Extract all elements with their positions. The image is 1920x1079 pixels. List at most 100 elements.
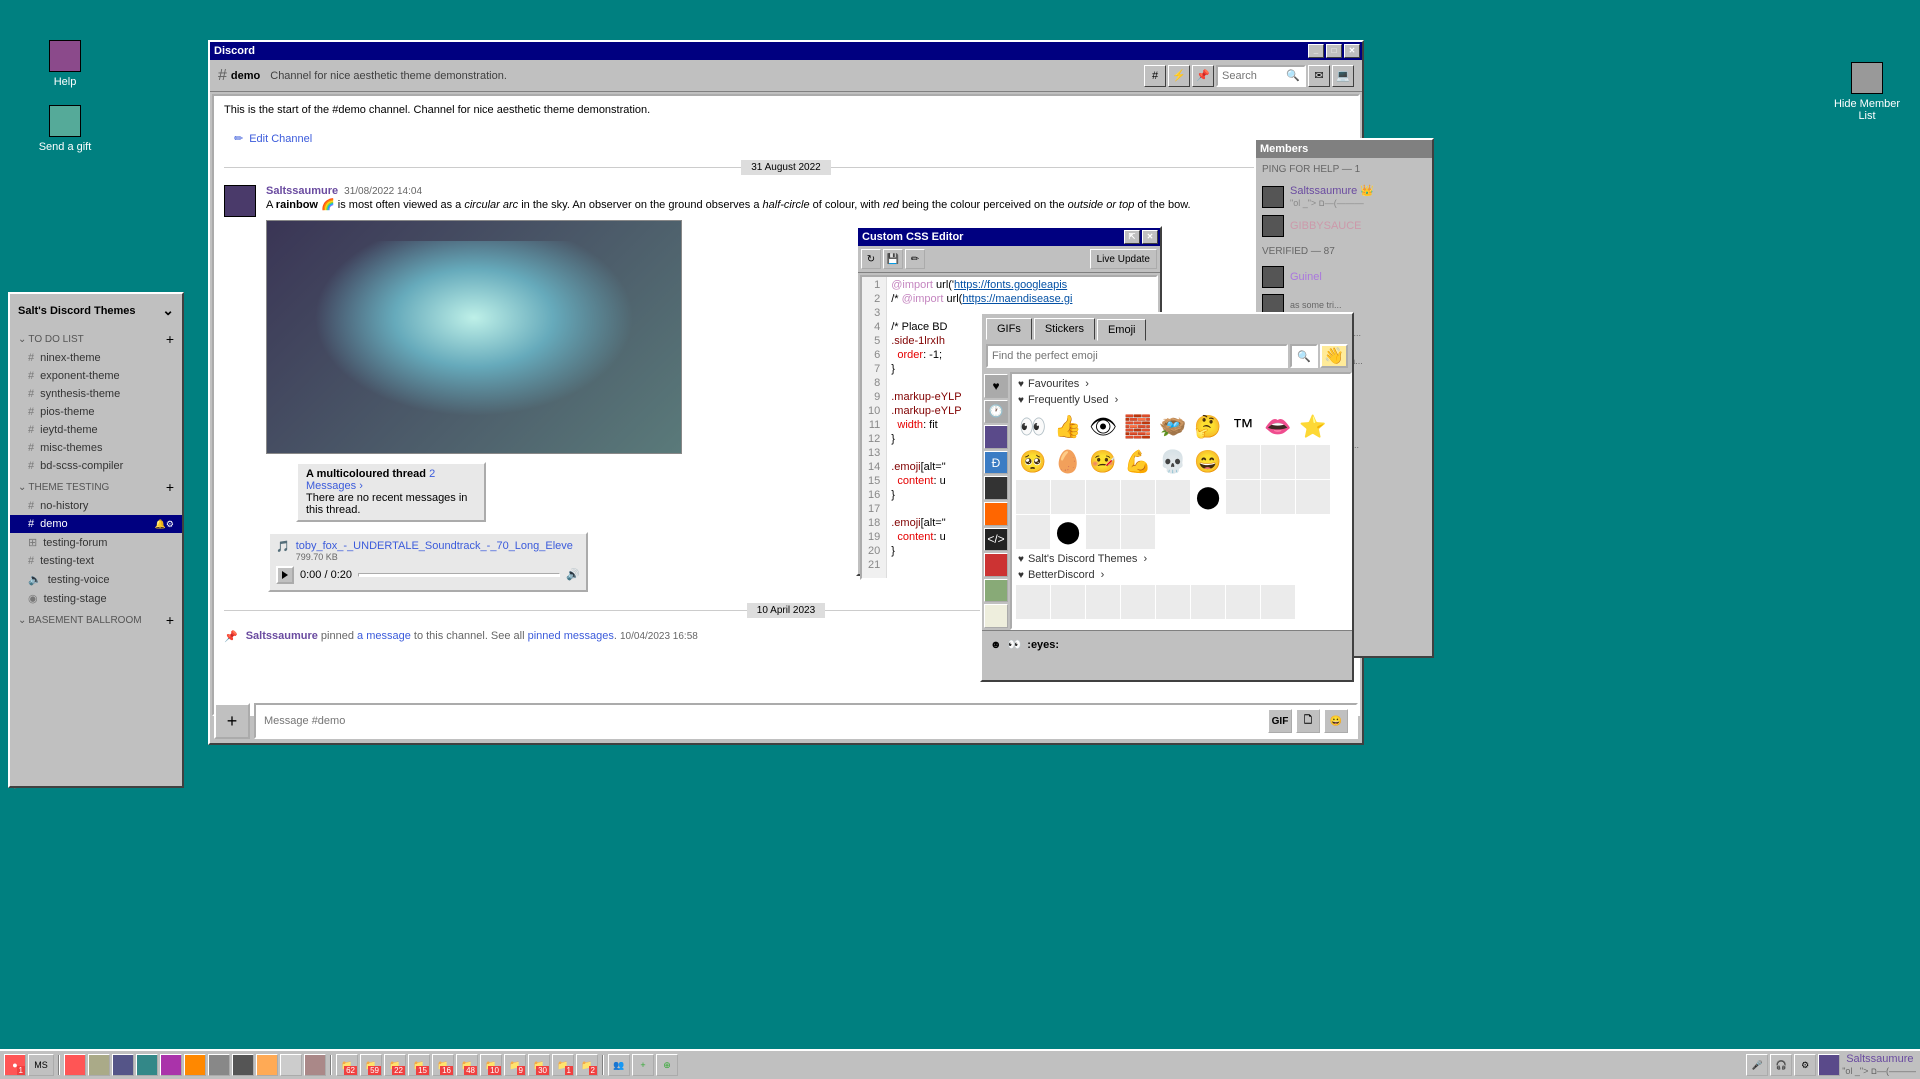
emoji-search-button[interactable]: 🔍 — [1290, 344, 1318, 368]
emoji-item[interactable] — [1226, 480, 1260, 514]
emoji-item[interactable] — [1296, 480, 1330, 514]
server-folder[interactable]: 📁1 — [552, 1054, 574, 1076]
server-icon[interactable] — [160, 1054, 182, 1076]
cat-server-icon[interactable]: Ð — [984, 451, 1008, 475]
pinned-messages-link[interactable]: pinned messages — [528, 630, 614, 642]
thread-card[interactable]: A multicoloured thread 2 Messages › Ther… — [296, 462, 486, 522]
home-button[interactable]: ●1 — [4, 1054, 26, 1076]
cat-server-icon[interactable]: </> — [984, 528, 1008, 552]
server-folder[interactable]: 📁15 — [408, 1054, 430, 1076]
emoji-item[interactable] — [1296, 445, 1330, 479]
cat-server-icon[interactable] — [984, 604, 1008, 628]
notifications-icon[interactable]: ⚡ — [1168, 65, 1190, 87]
emoji-item[interactable] — [1191, 585, 1225, 619]
server-folder[interactable]: 📁48 — [456, 1054, 478, 1076]
emoji-item[interactable]: ™ — [1226, 410, 1260, 444]
tab-emoji[interactable]: Emoji — [1097, 319, 1147, 341]
edit-button[interactable]: ✏ — [905, 249, 925, 269]
server-icon[interactable] — [88, 1054, 110, 1076]
emoji-item[interactable]: 🪺 — [1156, 410, 1190, 444]
add-server-button[interactable]: + — [632, 1054, 654, 1076]
message-author[interactable]: Saltssaumure — [266, 185, 338, 197]
avatar[interactable] — [224, 185, 256, 217]
emoji-item[interactable]: 👀 — [1016, 410, 1050, 444]
image-attachment[interactable] — [266, 220, 682, 454]
emoji-item[interactable] — [1226, 585, 1260, 619]
emoji-item[interactable] — [1261, 480, 1295, 514]
cat-favourites-icon[interactable]: ♥ — [984, 374, 1008, 398]
emoji-item[interactable] — [1261, 445, 1295, 479]
channel-item[interactable]: testing-forum — [10, 533, 182, 552]
emoji-item[interactable]: ⬤ — [1051, 515, 1085, 549]
message-input[interactable] — [264, 715, 1264, 727]
emoji-item[interactable] — [1016, 480, 1050, 514]
emoji-section-server[interactable]: Salt's Discord Themes — [1014, 551, 1348, 567]
emoji-tone-button[interactable]: 👋 — [1320, 344, 1348, 368]
emoji-item[interactable] — [1016, 585, 1050, 619]
server-icon[interactable] — [64, 1054, 86, 1076]
save-button[interactable]: 💾 — [883, 249, 903, 269]
emoji-search-input[interactable] — [986, 344, 1288, 368]
emoji-item[interactable] — [1121, 515, 1155, 549]
popout-button[interactable]: ⇱ — [1124, 230, 1140, 244]
server-icon[interactable] — [256, 1054, 278, 1076]
channel-category[interactable]: THEME TESTING+ — [10, 475, 182, 497]
sticker-button[interactable]: 🗋 — [1296, 709, 1320, 733]
channel-item[interactable]: no-history — [10, 497, 182, 515]
search-box[interactable]: 🔍 — [1216, 65, 1306, 87]
message-input-wrap[interactable]: GIF 🗋 😀 — [254, 703, 1358, 739]
edit-channel-link[interactable]: Edit Channel — [214, 124, 1358, 153]
help-icon[interactable]: 💻 — [1332, 65, 1354, 87]
server-folder[interactable]: 📁9 — [504, 1054, 526, 1076]
message-author[interactable]: Saltssaumure — [246, 630, 318, 642]
emoji-section-frequent[interactable]: Frequently Used — [1014, 392, 1348, 408]
emoji-item[interactable] — [1156, 480, 1190, 514]
channel-item[interactable]: testing-voice — [10, 570, 182, 589]
tab-gifs[interactable]: GIFs — [986, 318, 1032, 340]
emoji-item[interactable]: 👄 — [1261, 410, 1295, 444]
emoji-item[interactable] — [1226, 445, 1260, 479]
emoji-item[interactable]: 👍 — [1051, 410, 1085, 444]
channel-item[interactable]: misc-themes — [10, 439, 182, 457]
audio-filename[interactable]: toby_fox_-_UNDERTALE_Soundtrack_-_70_Lon… — [296, 540, 573, 552]
server-icon[interactable] — [304, 1054, 326, 1076]
live-update-button[interactable]: Live Update — [1090, 249, 1157, 269]
server-folder[interactable]: 📁62 — [336, 1054, 358, 1076]
emoji-item[interactable]: 💀 — [1156, 445, 1190, 479]
explore-button[interactable]: ⊕ — [656, 1054, 678, 1076]
emoji-item[interactable]: 🤒 — [1086, 445, 1120, 479]
channel-category[interactable]: TO DO LIST+ — [10, 327, 182, 349]
threads-icon[interactable]: # — [1144, 65, 1166, 87]
volume-icon[interactable]: 🔊 — [566, 568, 580, 581]
emoji-item[interactable]: ⭐ — [1296, 410, 1330, 444]
close-button[interactable]: ✕ — [1344, 44, 1360, 58]
server-icon[interactable] — [280, 1054, 302, 1076]
server-icon[interactable] — [232, 1054, 254, 1076]
channel-item[interactable]: ninex-theme — [10, 349, 182, 367]
desktop-icon-gift[interactable]: Send a gift — [30, 105, 100, 153]
emoji-item[interactable]: 🥚 — [1051, 445, 1085, 479]
channel-item[interactable]: pios-theme — [10, 403, 182, 421]
emoji-item[interactable]: 🧱 — [1121, 410, 1155, 444]
server-folder[interactable]: 📁10 — [480, 1054, 502, 1076]
pinned-icon[interactable]: 📌 — [1192, 65, 1214, 87]
emoji-item[interactable]: 💪 — [1121, 445, 1155, 479]
emoji-item[interactable] — [1086, 480, 1120, 514]
member-item[interactable]: GIBBYSAUCE — [1256, 212, 1432, 240]
add-attachment-button[interactable]: + — [214, 703, 250, 739]
inbox-icon[interactable]: ✉ — [1308, 65, 1330, 87]
server-icon[interactable] — [208, 1054, 230, 1076]
search-input[interactable] — [1222, 70, 1286, 82]
emoji-item[interactable]: 😄 — [1191, 445, 1225, 479]
maximize-button[interactable]: □ — [1326, 44, 1342, 58]
cat-server-icon[interactable] — [984, 425, 1008, 449]
channel-item[interactable]: exponent-theme — [10, 367, 182, 385]
emoji-item[interactable] — [1261, 585, 1295, 619]
channel-item[interactable]: testing-text — [10, 552, 182, 570]
channel-item[interactable]: demo🔔⚙ — [10, 515, 182, 533]
emoji-item[interactable] — [1086, 515, 1120, 549]
emoji-item[interactable]: 🤔 — [1191, 410, 1225, 444]
emoji-section-favourites[interactable]: Favourites — [1014, 376, 1348, 392]
server-folder[interactable]: 📁2 — [576, 1054, 598, 1076]
cat-server-icon[interactable] — [984, 502, 1008, 526]
